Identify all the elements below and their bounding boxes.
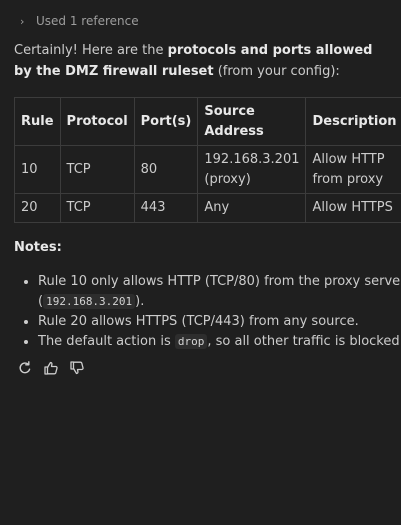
response-intro: Certainly! Here are the protocols and po…	[14, 40, 384, 82]
inline-code: 192.168.3.201	[43, 294, 136, 309]
thumbs-up-button[interactable]	[43, 360, 59, 376]
note-text: , so all other traffic is blocked.	[207, 334, 401, 349]
col-rule-header: Rule	[14, 97, 61, 146]
firewall-rules-table: Rule Protocol Port(s) Source Address Des…	[14, 97, 401, 223]
list-item: Rule 20 allows HTTPS (TCP/443) from any …	[38, 312, 401, 332]
list-item: The default action is drop, so all other…	[38, 332, 401, 352]
note-text: The default action is	[38, 334, 175, 349]
table-row: 20 TCP 443 Any Allow HTTPS	[14, 193, 401, 223]
thumbs-down-button[interactable]	[69, 360, 85, 376]
cell-rule: 10	[14, 145, 61, 194]
cell-port: 80	[133, 145, 199, 194]
table-row: 10 TCP 80 192.168.3.201 (proxy) Allow HT…	[14, 145, 401, 194]
retry-icon	[19, 361, 31, 374]
col-ports-header: Port(s)	[133, 97, 199, 146]
note-text: Rule 20 allows HTTPS (TCP/443) from any …	[38, 314, 359, 329]
notes-heading: Notes:	[14, 240, 62, 255]
retry-button[interactable]	[17, 360, 33, 376]
notes-list: Rule 10 only allows HTTP (TCP/80) from t…	[14, 272, 401, 352]
cell-port: 443	[133, 193, 199, 223]
thumbs-down-icon	[70, 361, 84, 375]
references-label: Used 1 reference	[36, 14, 139, 28]
col-protocol-header: Protocol	[59, 97, 135, 146]
note-text: ).	[135, 294, 145, 309]
cell-protocol: TCP	[59, 145, 135, 194]
col-source-header: Source Address	[197, 97, 307, 146]
intro-lead: Certainly! Here are the	[14, 43, 168, 58]
used-references-toggle[interactable]: › Used 1 reference	[20, 14, 139, 28]
cell-protocol: TCP	[59, 193, 135, 223]
inline-code: drop	[174, 334, 208, 349]
cell-description: Allow HTTP from proxy	[305, 145, 401, 194]
intro-tail: (from your config):	[213, 64, 340, 79]
response-actions	[17, 360, 85, 376]
table-header-row: Rule Protocol Port(s) Source Address Des…	[14, 97, 401, 146]
col-description-header: Description	[305, 97, 401, 146]
chevron-right-icon: ›	[20, 14, 25, 28]
list-item: Rule 10 only allows HTTP (TCP/80) from t…	[38, 272, 401, 312]
cell-rule: 20	[14, 193, 61, 223]
cell-description: Allow HTTPS	[305, 193, 401, 223]
cell-source: Any	[197, 193, 307, 223]
cell-source: 192.168.3.201 (proxy)	[197, 145, 307, 194]
thumbs-up-icon	[44, 361, 58, 375]
